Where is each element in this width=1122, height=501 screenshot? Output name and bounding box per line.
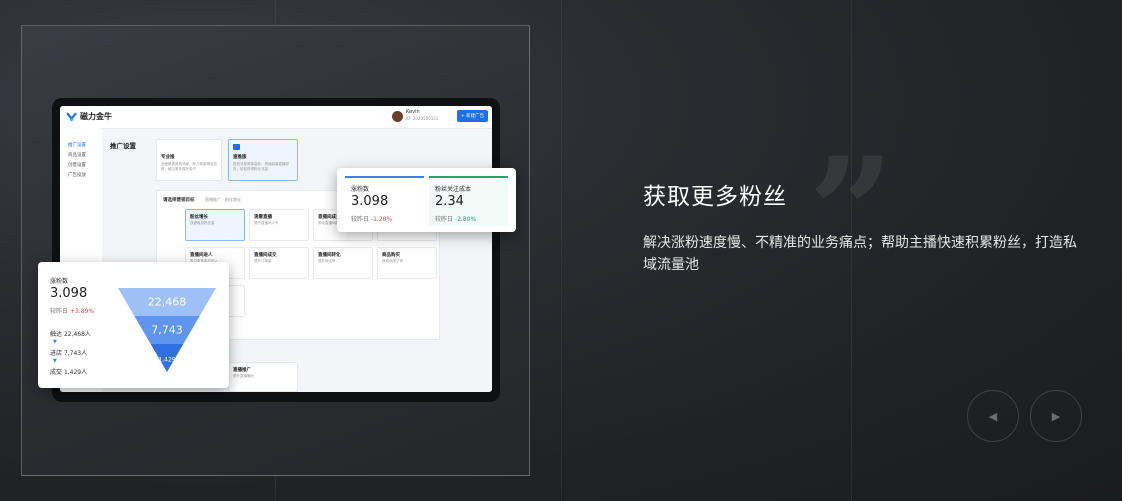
goal-title: 直播间进人 [190,253,213,258]
sidebar-item-promo-settings[interactable]: 推广设置 [68,142,86,148]
stat-label: 粉丝关注成本 [435,186,472,193]
page: 磁力金牛 Kevin ID: 2020100321 + 新建广告 推广设置 商品… [0,0,1122,501]
goal-card[interactable]: 商品购买 促成商品下单 [377,247,437,279]
funnel-compare-value: +3.89% [69,308,95,315]
funnel-value-label: 1,429 [158,356,175,363]
goal-desc: 提升订单量 [254,259,272,263]
funnel-level-label: 触达 22,468人 [50,329,91,338]
stat-compare: 较昨日 -2.80% [435,214,476,223]
goal-title: 观看直播 [254,215,272,220]
page-title: 推广设置 [110,142,136,150]
option-icon [233,144,240,150]
sidebar-item-creative-settings[interactable]: 创意设置 [68,162,86,168]
funnel-value: 3.098 [50,286,88,301]
goal-card[interactable]: 直播间成交 提升订单量 [249,247,309,279]
arrow-down-icon: ▼ [53,339,57,345]
next-button[interactable]: ▶ [1030,390,1082,442]
goal-card[interactable]: 观看直播 提升直播间人气 [249,209,309,241]
level-name: 成交 [50,369,63,376]
option-title: 专业推 [161,155,175,160]
goal-desc: 提升转化率 [318,259,336,263]
option-desc: 投放流程简单高效，快速起量直播带货，轻松获得粉丝流量 [233,162,289,171]
triangle-right-icon: ▶ [1051,409,1061,423]
goal-card[interactable]: 直播间转化 提升转化率 [313,247,373,279]
stat-value: 3.098 [351,194,389,209]
description: 解决涨粉速度慢、不精准的业务痛点；帮助主播快速积累粉丝，打造私域流量池 [643,235,1077,273]
stat-compare: 较昨日 -1.28% [351,214,392,223]
user-name: Kevin [406,109,420,115]
stats-card: 涨粉数 3.098 较昨日 -1.28% 粉丝关注成本 2.34 较昨日 -2.… [337,168,516,232]
stat-value: 2.34 [435,194,464,209]
stat-label: 涨粉数 [351,186,370,193]
avatar[interactable] [392,111,403,122]
funnel-compare: 较昨日 +3.89% [50,306,94,315]
panel-title: 请选择营销目标 [163,198,195,203]
brand-name: 磁力金牛 [80,112,112,121]
create-ad-button[interactable]: + 新建广告 [457,110,488,122]
option-card-pro[interactable]: 专业推 全面覆盖投放场景，助力商家精准投放，触达更多潜在用户 [156,139,222,181]
goal-title: 商品购买 [382,253,400,258]
arrow-down-icon: ▼ [53,358,57,364]
stat-compare-label: 较昨日 [435,216,454,223]
funnel-compare-label: 较昨日 [50,308,69,315]
sidebar-item-product-settings[interactable]: 商品设置 [68,152,86,158]
goal-title: 直播间成交 [254,253,277,258]
funnel-chart: 22,468 7,743 1,429 [118,288,216,372]
brand-logo-icon [66,112,77,122]
goal-title: 直播间转化 [318,253,341,258]
panel-subtitle: 直播推广 · 粉丝增长 [205,197,241,202]
option-title: 直播推广 [233,368,251,373]
stat-compare-value: -2.80% [454,216,477,223]
goal-desc: 快速增加粉丝量 [190,221,215,225]
funnel-value-label: 7,743 [151,323,183,336]
level-text: 7,743人 [63,350,88,357]
option-card-speed[interactable]: 速推版 投放流程简单高效，快速起量直播带货，轻松获得粉丝流量 [228,139,298,181]
stat-compare-label: 较昨日 [351,216,370,223]
option-card-live[interactable]: 直播推广 提升直播曝光 [228,362,298,392]
funnel-level-label: 成交 1,429人 [50,367,87,376]
prev-button[interactable]: ◀ [967,390,1019,442]
headline: 获取更多粉丝 [643,184,787,210]
goal-card[interactable]: 粉丝增长 快速增加粉丝量 [185,209,245,241]
level-name: 触达 [50,331,63,338]
app-topbar: 磁力金牛 Kevin ID: 2020100321 + 新建广告 [60,106,492,129]
user-id: ID: 2020100321 [406,116,439,121]
goal-title: 粉丝增长 [190,215,208,220]
level-text: 22,468人 [63,331,91,338]
divider [561,0,562,501]
option-desc: 提升直播曝光 [233,374,254,378]
sidebar-item-ad-delivery[interactable]: 广告投放 [68,172,86,178]
level-name: 进店 [50,350,63,357]
funnel-value-label: 22,468 [148,295,187,308]
goal-desc: 促成商品下单 [382,259,403,263]
triangle-left-icon: ◀ [988,409,998,423]
funnel-label: 涨粉数 [50,278,69,285]
funnel-card: 涨粉数 3.098 较昨日 +3.89% 触达 22,468人 ▼ 进店 7,7… [38,262,229,388]
option-title: 速推版 [233,155,247,160]
option-desc: 全面覆盖投放场景，助力商家精准投放，触达更多潜在用户 [161,162,217,171]
funnel-level-label: 进店 7,743人 [50,348,87,357]
goal-desc: 提升直播间人气 [254,221,279,225]
level-text: 1,429人 [63,369,88,376]
stat-cost: 粉丝关注成本 2.34 较昨日 -2.80% [429,176,508,226]
stat-fans: 涨粉数 3.098 较昨日 -1.28% [345,176,424,226]
stat-compare-value: -1.28% [370,216,393,223]
